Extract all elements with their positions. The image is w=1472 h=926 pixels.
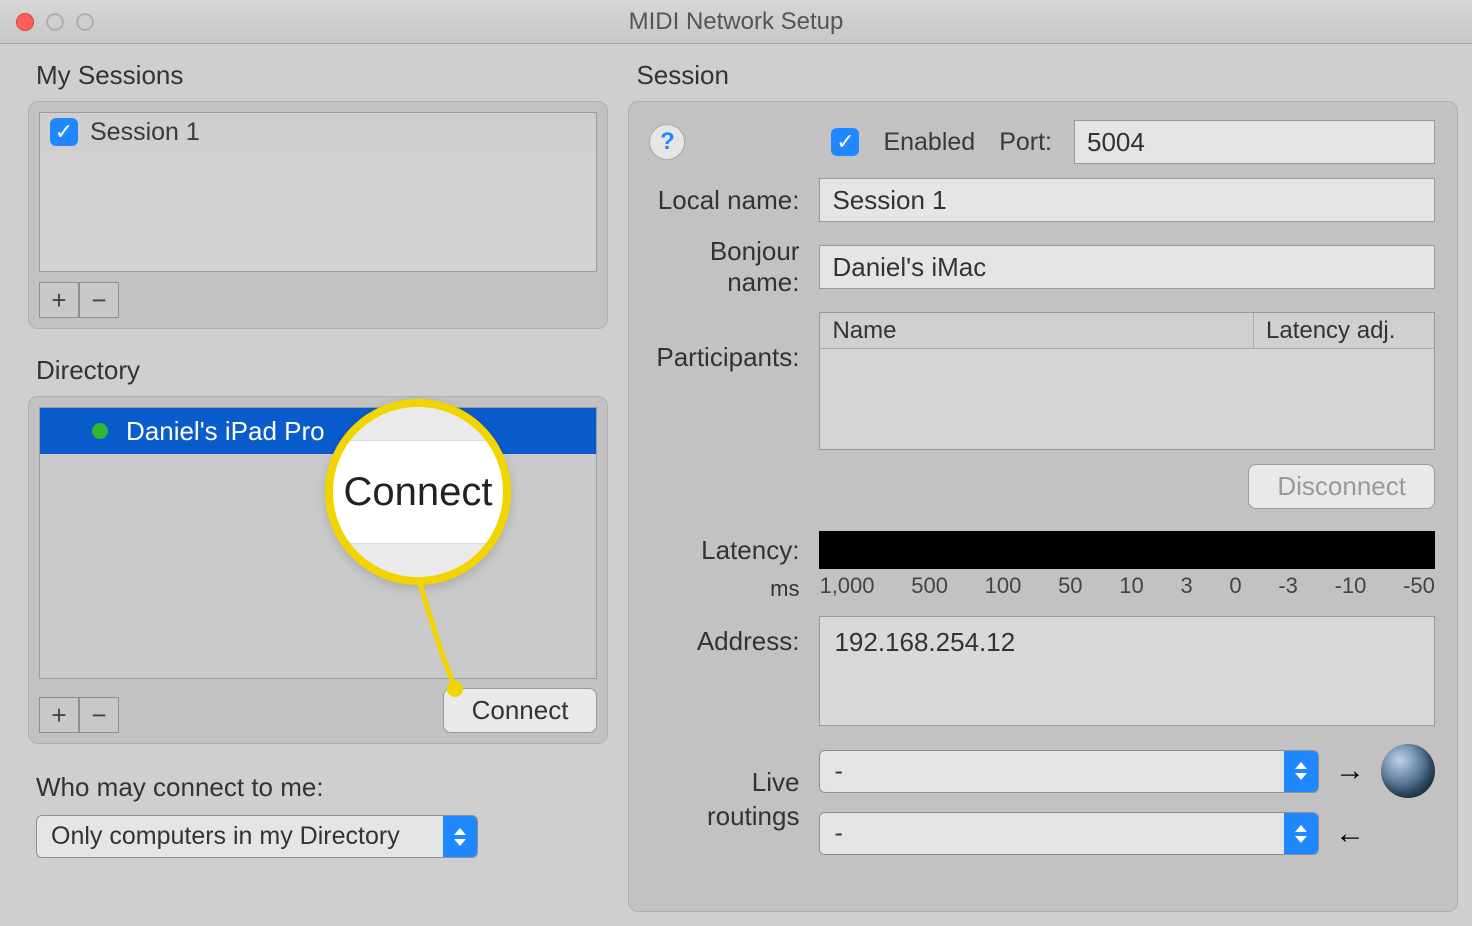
routing-out-value: -	[820, 751, 1284, 792]
live-label-1: Live	[639, 766, 799, 800]
session-label: Session	[628, 52, 1458, 101]
remove-directory-button[interactable]: −	[79, 697, 119, 733]
session-row[interactable]: ✓ Session 1	[40, 113, 596, 151]
routing-in-value: -	[820, 813, 1284, 854]
select-caps-icon	[443, 816, 477, 857]
session-check-icon[interactable]: ✓	[50, 118, 78, 146]
latency-label: Latency:	[639, 535, 799, 566]
directory-label: Directory	[28, 347, 608, 396]
who-may-connect-label: Who may connect to me:	[36, 772, 608, 803]
bonjour-name-label: Bonjour name:	[639, 236, 819, 298]
network-globe-icon	[1381, 744, 1435, 798]
status-dot-icon	[92, 423, 108, 439]
add-session-button[interactable]: +	[39, 282, 79, 318]
directory-list[interactable]: Daniel's iPad Pro	[39, 407, 597, 679]
participants-latency-header: Latency adj.	[1254, 313, 1434, 348]
session-name: Session 1	[90, 118, 200, 147]
port-label: Port:	[999, 128, 1052, 157]
add-directory-button[interactable]: +	[39, 697, 79, 733]
remove-session-button[interactable]: −	[79, 282, 119, 318]
titlebar: MIDI Network Setup	[0, 0, 1472, 44]
who-may-connect-select[interactable]: Only computers in my Directory	[36, 815, 478, 858]
my-sessions-label: My Sessions	[28, 52, 608, 101]
address-box: 192.168.254.12	[819, 616, 1435, 726]
participants-table[interactable]: Name Latency adj.	[819, 312, 1435, 450]
latency-ticks: 1,000 500 100 50 10 3 0 -3 -10 -50	[819, 569, 1435, 599]
live-label-2: routings	[639, 800, 799, 834]
address-label: Address:	[639, 616, 819, 657]
directory-panel: Daniel's iPad Pro + − Connect Connect	[28, 396, 608, 744]
arrow-left-icon: ←	[1335, 817, 1365, 851]
local-name-input[interactable]	[819, 178, 1435, 222]
select-caps-icon	[1284, 751, 1318, 792]
help-button[interactable]: ?	[649, 124, 685, 160]
enabled-checkbox[interactable]: ✓	[831, 128, 859, 156]
routing-in-select[interactable]: -	[819, 812, 1319, 855]
enabled-label: Enabled	[883, 128, 975, 157]
select-caps-icon	[1284, 813, 1318, 854]
who-may-connect-value: Only computers in my Directory	[37, 816, 443, 857]
session-panel: ? ✓ Enabled Port: Local name: Bonjour na…	[628, 101, 1458, 912]
bonjour-name-input[interactable]	[819, 245, 1435, 289]
routing-out-select[interactable]: -	[819, 750, 1319, 793]
connect-button[interactable]: Connect	[443, 688, 598, 733]
sessions-list[interactable]: ✓ Session 1	[39, 112, 597, 272]
address-value: 192.168.254.12	[834, 627, 1420, 658]
ms-label: ms	[639, 576, 799, 602]
my-sessions-panel: ✓ Session 1 + −	[28, 101, 608, 329]
latency-meter	[819, 531, 1435, 569]
participants-label: Participants:	[639, 312, 819, 373]
directory-item-name: Daniel's iPad Pro	[126, 416, 325, 447]
port-input[interactable]	[1074, 120, 1435, 164]
window-title: MIDI Network Setup	[0, 8, 1472, 36]
participants-name-header: Name	[820, 313, 1254, 348]
disconnect-button[interactable]: Disconnect	[1248, 464, 1435, 509]
arrow-right-icon: →	[1335, 754, 1365, 788]
local-name-label: Local name:	[639, 185, 819, 216]
directory-row[interactable]: Daniel's iPad Pro	[40, 408, 596, 454]
